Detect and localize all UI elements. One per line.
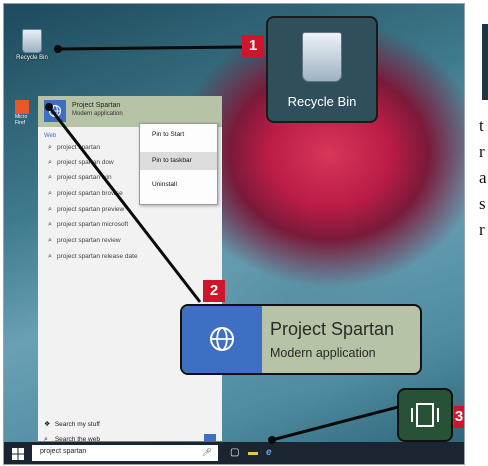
task-view-icon xyxy=(411,403,439,427)
callout-number-1: 1 xyxy=(242,35,264,57)
globe-icon xyxy=(182,306,262,373)
project-spartan-zoom-callout: Project Spartan Modern application xyxy=(180,304,422,375)
task-view-zoom-callout xyxy=(397,388,453,442)
article-text-letter: t xyxy=(479,116,484,135)
article-text-letter: a xyxy=(479,168,487,187)
article-image-fragment xyxy=(482,24,488,100)
article-text-letter: r xyxy=(479,220,485,239)
callout-dot-2 xyxy=(45,103,53,111)
callout-line-2 xyxy=(48,107,202,303)
callout-line-1 xyxy=(59,45,243,51)
callout-lines xyxy=(45,45,403,444)
article-text-column: t r a s r xyxy=(472,24,488,444)
recycle-bin-zoom-label: Recycle Bin xyxy=(287,94,357,109)
spartan-zoom-subtitle: Modern application xyxy=(270,346,376,360)
callout-dot-1 xyxy=(54,45,62,53)
callout-number-3: 3 xyxy=(454,406,464,428)
callout-number-2: 2 xyxy=(203,280,225,302)
article-text-letter: s xyxy=(479,194,486,213)
callout-line-3 xyxy=(271,404,403,442)
spartan-zoom-name: Project Spartan xyxy=(270,319,395,339)
article-text-letter: r xyxy=(479,142,485,161)
recycle-bin-icon xyxy=(302,32,342,82)
callout-dot-3 xyxy=(268,436,276,444)
recycle-bin-zoom-callout: Recycle Bin xyxy=(266,16,378,123)
desktop-screenshot: Recycle Bin Micro Firef Project Spartan … xyxy=(3,3,465,465)
